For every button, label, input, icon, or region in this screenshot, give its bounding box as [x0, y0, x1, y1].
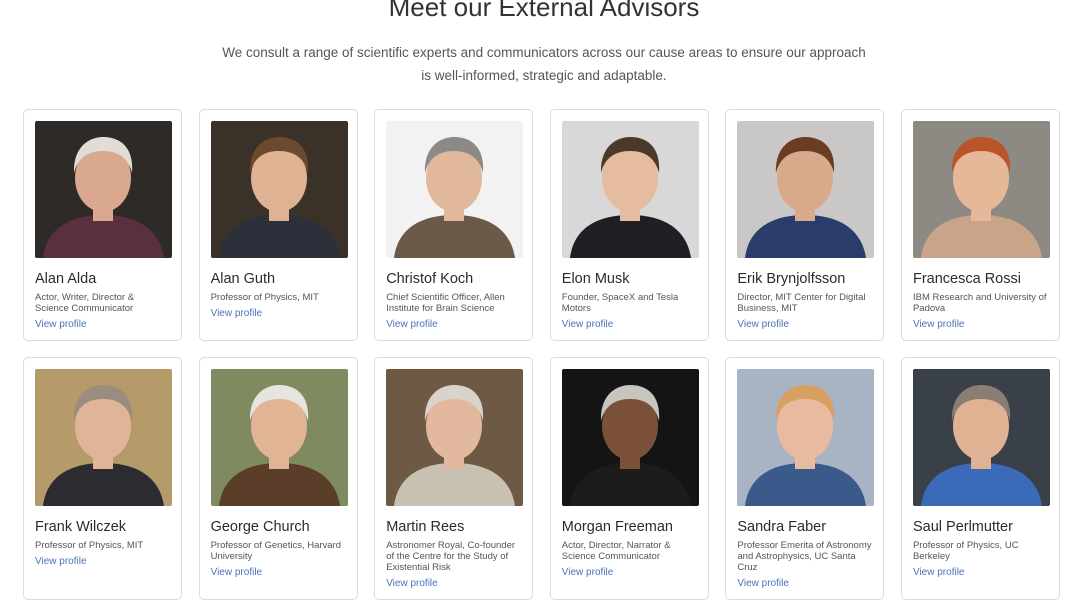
advisor-role: Founder, SpaceX and Tesla Motors — [561, 292, 679, 314]
portrait-image — [912, 369, 1050, 506]
advisor-role: Chief Scientific Officer, Allen Institut… — [386, 292, 505, 314]
view-profile-link[interactable]: View profile — [35, 556, 87, 567]
portrait-image — [210, 121, 348, 258]
advisor-name: Elon Musk — [561, 271, 630, 287]
advisor-role: Professor of Physics, UC Berkeley — [912, 540, 1019, 562]
view-profile-link[interactable]: View profile — [211, 567, 263, 578]
advisor-role: Professor of Genetics, Harvard Universit… — [210, 540, 342, 562]
advisor-role: IBM Research and University of Padova — [912, 292, 1047, 314]
portrait-image — [912, 121, 1050, 258]
portrait-image — [737, 369, 875, 506]
advisor-photo — [386, 121, 524, 258]
advisor-card: Christof Koch Chief Scientific Officer, … — [374, 109, 534, 341]
portrait-image — [561, 121, 699, 258]
advisor-photo — [737, 121, 875, 258]
view-profile-link[interactable]: View profile — [386, 578, 438, 589]
advisor-photo — [561, 369, 699, 506]
portrait-image — [737, 121, 875, 258]
advisor-card: Frank Wilczek Professor of Physics, MIT … — [23, 357, 182, 600]
intro-line-2: is well-informed, strategic and adaptabl… — [421, 68, 667, 83]
advisor-role: Professor Emerita of Astronomy and Astro… — [737, 540, 872, 573]
view-profile-link[interactable]: View profile — [35, 319, 87, 330]
view-profile-link[interactable]: View profile — [913, 567, 965, 578]
advisor-card: Martin Rees Astronomer Royal, Co-founder… — [374, 357, 534, 600]
advisor-card: Morgan Freeman Actor, Director, Narrator… — [549, 357, 709, 600]
advisor-name: Morgan Freeman — [561, 519, 673, 535]
advisor-photo — [35, 121, 172, 258]
advisor-name: Francesca Rossi — [912, 271, 1021, 287]
advisor-photo — [737, 369, 875, 506]
advisor-card: Alan Alda Actor, Writer, Director & Scie… — [23, 109, 182, 341]
advisor-name: Erik Brynjolfsson — [737, 271, 846, 287]
view-profile-link[interactable]: View profile — [737, 578, 789, 589]
advisor-card: Saul Perlmutter Professor of Physics, UC… — [900, 357, 1060, 600]
advisor-card: Elon Musk Founder, SpaceX and Tesla Moto… — [549, 109, 709, 341]
advisor-name: Martin Rees — [386, 519, 465, 535]
intro-line-1: We consult a range of scientific experts… — [222, 45, 866, 60]
advisor-name: Saul Perlmutter — [912, 519, 1013, 535]
advisor-photo — [912, 369, 1050, 506]
advisor-card: Erik Brynjolfsson Director, MIT Center f… — [725, 109, 885, 341]
view-profile-link[interactable]: View profile — [737, 319, 789, 330]
advisor-photo — [210, 121, 348, 258]
portrait-image — [386, 369, 524, 506]
view-profile-link[interactable]: View profile — [562, 319, 614, 330]
page-title: Meet our External Advisors — [388, 0, 700, 22]
portrait-image — [561, 369, 699, 506]
view-profile-link[interactable]: View profile — [913, 319, 965, 330]
advisor-photo — [386, 369, 524, 506]
advisor-role: Director, MIT Center for Digital Busines… — [737, 292, 866, 314]
advisor-card: Alan Guth Professor of Physics, MIT View… — [198, 109, 358, 341]
advisor-role: Actor, Director, Narrator & Science Comm… — [561, 540, 671, 562]
advisor-role: Actor, Writer, Director & Science Commun… — [35, 292, 135, 314]
advisor-role: Astronomer Royal, Co-founder of the Cent… — [386, 540, 516, 573]
advisor-name: Christof Koch — [386, 271, 474, 287]
portrait-image — [386, 121, 524, 258]
view-profile-link[interactable]: View profile — [211, 308, 263, 319]
advisor-name: Frank Wilczek — [35, 519, 127, 535]
portrait-image — [35, 369, 172, 506]
advisor-role: Professor of Physics, MIT — [210, 292, 319, 303]
advisor-card: Francesca Rossi IBM Research and Univers… — [900, 109, 1060, 341]
advisor-photo — [35, 369, 172, 506]
portrait-image — [210, 369, 348, 506]
view-profile-link[interactable]: View profile — [562, 567, 614, 578]
advisor-grid: Alan Alda Actor, Writer, Director & Scie… — [23, 109, 1063, 600]
advisor-name: Alan Guth — [210, 271, 276, 287]
advisor-card: Sandra Faber Professor Emerita of Astron… — [725, 357, 885, 600]
advisor-photo — [561, 121, 699, 258]
advisor-role: Professor of Physics, MIT — [35, 540, 144, 551]
advisor-photo — [210, 369, 348, 506]
advisor-name: Alan Alda — [35, 271, 97, 287]
advisor-photo — [912, 121, 1050, 258]
advisor-name: George Church — [210, 519, 310, 535]
portrait-image — [35, 121, 172, 258]
advisor-card: George Church Professor of Genetics, Har… — [198, 357, 358, 600]
advisor-name: Sandra Faber — [737, 519, 827, 535]
view-profile-link[interactable]: View profile — [386, 319, 438, 330]
intro-text: We consult a range of scientific experts… — [0, 41, 1088, 87]
